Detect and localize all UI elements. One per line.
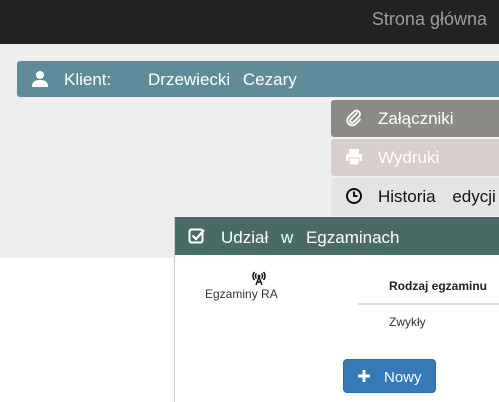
new-exam-label: Nowy [384,369,422,386]
exams-panel-title: Udział w Egzaminach [221,228,400,247]
printouts-label: Wydruki [378,148,440,167]
radio-tower-icon [252,271,266,286]
print-icon [346,149,362,166]
table-header-divider [358,303,499,305]
table-cell-exam-type: Zwykły [389,315,426,329]
printouts-button[interactable]: Wydruki [331,139,499,176]
home-link[interactable]: Strona główna [372,8,487,30]
new-exam-button[interactable]: Nowy [343,359,436,393]
top-navbar: Strona główna [0,0,499,44]
edit-history-label: Historia edycji [378,187,496,206]
client-label: Klient: [64,70,112,89]
attachments-label: Załączniki [378,109,454,128]
plus-icon [358,370,370,382]
attachments-button[interactable]: Załączniki [331,100,499,137]
client-header-bar: Klient: Drzewiecki Cezary [17,61,499,97]
table-header-exam-type: Rodzaj egzaminu [389,279,488,293]
exams-panel: Udział w Egzaminach Egzaminy RA Rodzaj e… [174,217,499,402]
exam-type-label: Egzaminy RA [205,287,278,301]
client-name: Drzewiecki Cezary [148,70,297,89]
exams-panel-header: Udział w Egzaminach [175,217,499,255]
checkbox-icon [188,228,205,244]
clock-icon [346,188,362,204]
paperclip-icon [346,109,361,127]
edit-history-button[interactable]: Historia edycji [331,178,499,216]
user-icon [32,71,48,87]
